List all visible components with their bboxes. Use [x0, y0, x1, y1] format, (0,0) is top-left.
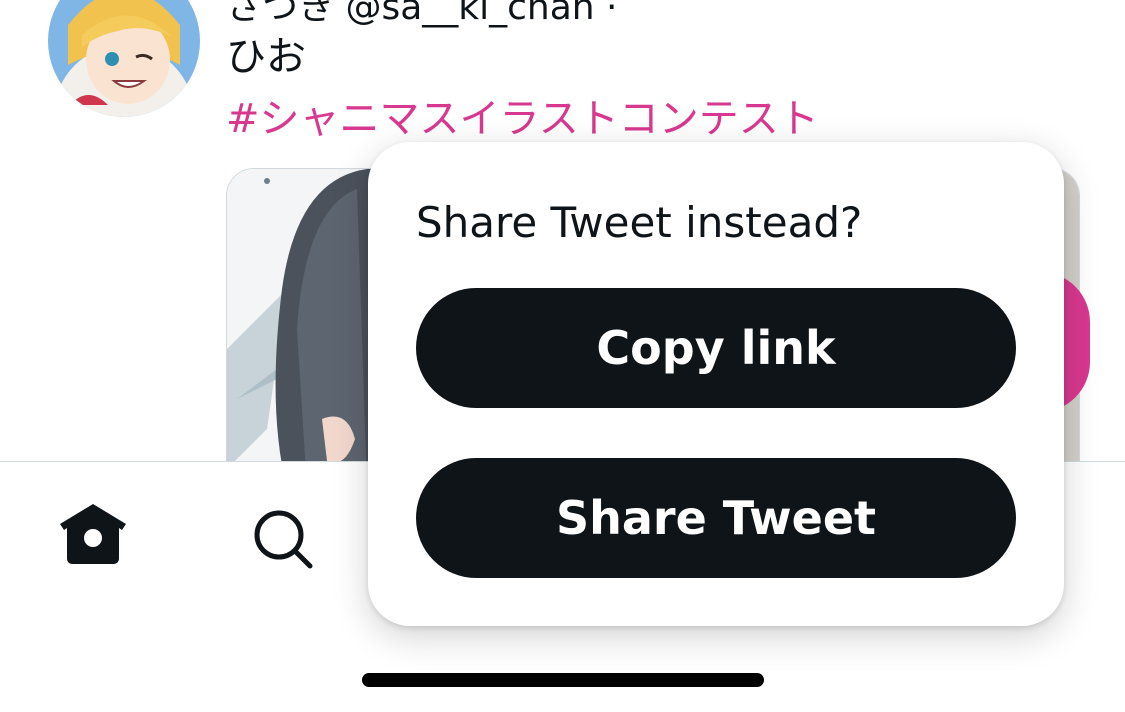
share-tweet-dialog: Share Tweet instead? Copy link Share Twe…: [368, 142, 1064, 626]
home-indicator[interactable]: [362, 673, 764, 687]
avatar-illustration: [48, 0, 200, 117]
dialog-title: Share Tweet instead?: [416, 198, 863, 247]
search-icon[interactable]: [252, 508, 314, 574]
tweet-text: ひお: [226, 34, 306, 80]
copy-link-button[interactable]: Copy link: [416, 288, 1016, 408]
home-icon[interactable]: [58, 502, 128, 570]
hashtag-link[interactable]: #シャニマスイラストコンテスト: [226, 86, 819, 144]
avatar[interactable]: [48, 0, 200, 117]
share-tweet-button[interactable]: Share Tweet: [416, 458, 1016, 578]
